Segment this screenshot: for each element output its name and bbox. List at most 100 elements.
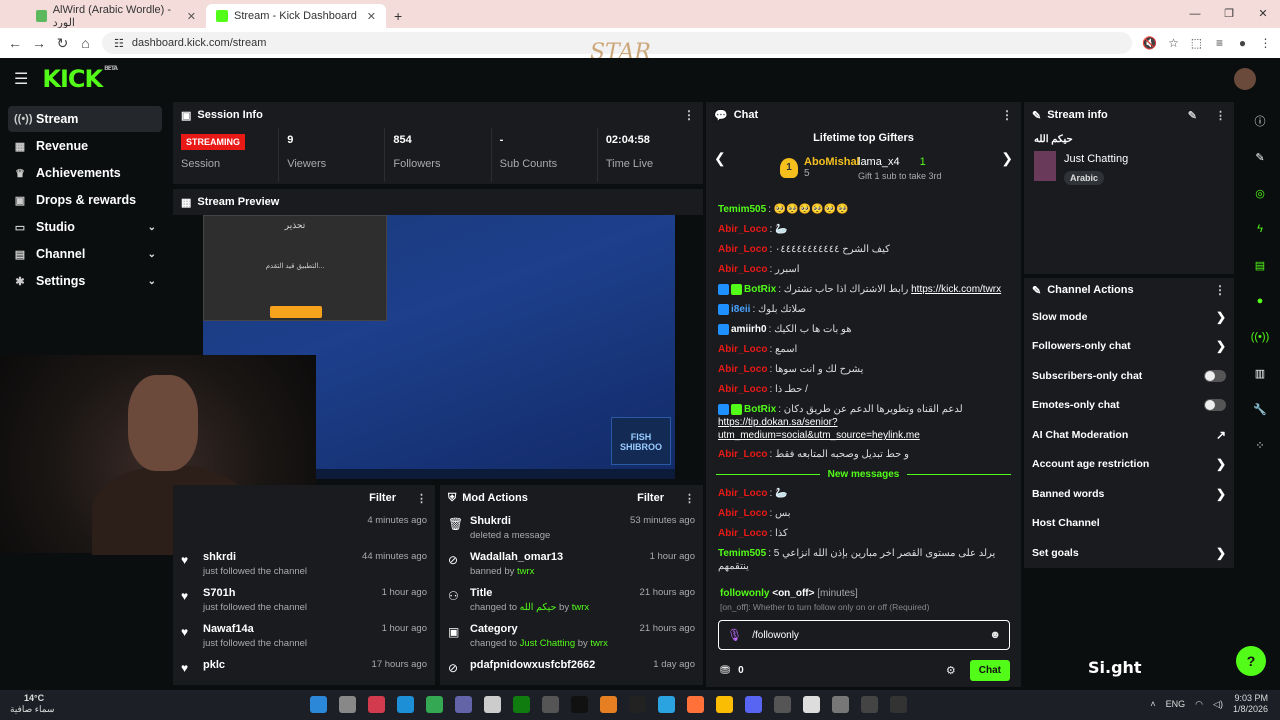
- tradingview-icon[interactable]: [629, 696, 646, 713]
- feed-user[interactable]: Nawaf14a: [203, 623, 307, 635]
- pen-icon[interactable]: ✎: [1246, 144, 1274, 170]
- browser-tab-kick[interactable]: Stream - Kick Dashboard ✕: [206, 4, 386, 28]
- chat-message[interactable]: Abir_Loco: حطـ ذا /: [706, 380, 1021, 400]
- close-window-icon[interactable]: ✕: [1246, 0, 1280, 28]
- feed-item[interactable]: 4 minutes ago: [173, 511, 435, 547]
- mod-action-subject[interactable]: Title: [470, 587, 589, 599]
- forward-icon[interactable]: →: [32, 35, 46, 51]
- wifi-icon[interactable]: ◠: [1195, 699, 1203, 710]
- channel-action-banned-words[interactable]: Banned words ❯: [1024, 479, 1234, 509]
- external-link-icon[interactable]: ↗: [1216, 428, 1226, 442]
- chat-username[interactable]: i8eii: [731, 304, 750, 315]
- chat-message[interactable]: Abir_Loco: اسبرر: [706, 260, 1021, 280]
- mod-action-by[interactable]: twrx: [572, 602, 589, 613]
- sidebar-item-revenue[interactable]: ▦ Revenue: [8, 133, 162, 159]
- sidebar-item-drops-rewards[interactable]: ▣ Drops & rewards: [8, 187, 162, 213]
- firefox-icon[interactable]: [687, 696, 704, 713]
- sidebar-item-channel[interactable]: ▤ Channel ⌄: [8, 241, 162, 267]
- chat-username[interactable]: Abir_Loco: [718, 488, 767, 499]
- browser-tab-alwird[interactable]: AlWird (Arabic Wordle) - الورد ✕: [26, 4, 206, 29]
- xbox-icon[interactable]: [513, 696, 530, 713]
- mod-action-item[interactable]: ⊘ Wadallah_omar13 banned by twrx 1 hour ago: [440, 547, 703, 583]
- menu-icon[interactable]: ⋮: [1259, 36, 1272, 50]
- feed-item[interactable]: ♥ Nawaf14a just followed the channel 1 hour…: [173, 619, 435, 655]
- feed-filter-button[interactable]: Filter: [369, 492, 396, 504]
- new-tab-icon[interactable]: +: [394, 8, 402, 24]
- mute-icon[interactable]: 🔇: [1142, 36, 1157, 50]
- edge-icon[interactable]: [397, 696, 414, 713]
- home-icon[interactable]: ⌂: [79, 35, 92, 51]
- obs-icon[interactable]: [542, 696, 559, 713]
- back-icon[interactable]: ←: [8, 35, 22, 51]
- chat-username[interactable]: Temim505: [718, 204, 766, 215]
- app-icon[interactable]: [774, 696, 791, 713]
- chevron-right-icon[interactable]: ❯: [1216, 487, 1226, 501]
- mod-action-subject[interactable]: Wadallah_omar13: [470, 551, 563, 563]
- site-info-icon[interactable]: ☷: [114, 37, 124, 50]
- mod-action-item[interactable]: 🗑 Shukrdi deleted a message 53 minutes ago: [440, 511, 703, 547]
- feed-user[interactable]: shkrdi: [203, 551, 307, 563]
- clock[interactable]: 9:03 PM 1/8/2026: [1233, 693, 1268, 715]
- close-tab-icon[interactable]: ✕: [187, 10, 196, 23]
- chrome-icon[interactable]: [716, 696, 733, 713]
- chevron-down-icon[interactable]: ⌄: [148, 222, 156, 233]
- microphone-icon[interactable]: 🎙: [727, 628, 742, 642]
- chevron-right-icon[interactable]: ❯: [1216, 339, 1226, 353]
- more-options-icon[interactable]: ⋮: [684, 492, 695, 505]
- chat-username[interactable]: Abir_Loco: [718, 224, 767, 235]
- channel-action-host-channel[interactable]: Host Channel: [1024, 509, 1234, 539]
- language-indicator[interactable]: ENG: [1166, 699, 1186, 709]
- chevron-down-icon[interactable]: ⌄: [148, 249, 156, 260]
- chat-settings-icon[interactable]: ⚙: [946, 664, 956, 677]
- more-options-icon[interactable]: ⋮: [416, 492, 427, 505]
- broadcast-icon[interactable]: ((•)): [1246, 324, 1274, 350]
- chat-username[interactable]: Abir_Loco: [718, 528, 767, 539]
- app-icon[interactable]: [832, 696, 849, 713]
- taskview-icon[interactable]: [339, 696, 356, 713]
- app-icon[interactable]: [368, 696, 385, 713]
- feed-item[interactable]: ♥ pklc 17 hours ago: [173, 655, 435, 691]
- weather-widget[interactable]: 14°C سماء صافية: [10, 693, 54, 715]
- bookmark-star-icon[interactable]: ☆: [1167, 36, 1180, 50]
- telegram-icon[interactable]: [658, 696, 675, 713]
- send-chat-button[interactable]: Chat: [969, 659, 1010, 681]
- tiktok-icon[interactable]: [571, 696, 588, 713]
- store-icon[interactable]: [484, 696, 501, 713]
- emoji-icon[interactable]: ☻: [989, 629, 1001, 641]
- gifter-second[interactable]: lama_x4 1 Gift 1 sub to take 3rd: [858, 156, 942, 181]
- playlist-icon[interactable]: ≡: [1213, 36, 1226, 50]
- edit-icon[interactable]: ✎: [1188, 109, 1197, 122]
- avatar[interactable]: [1234, 68, 1256, 90]
- chat-message[interactable]: BotRix: رابط الاشتراك اذا حاب تشترك http…: [706, 280, 1021, 300]
- chat-messages[interactable]: Temim505: 🥺🥺🥺🥺🥺🥺 Abir_Loco: 🦢 Abir_Loco: ك…: [706, 200, 1021, 580]
- new-messages-divider[interactable]: New messages: [706, 465, 1021, 484]
- chevron-right-icon[interactable]: ❯: [1216, 310, 1226, 324]
- mod-action-by[interactable]: twrx: [517, 566, 534, 577]
- chat-username[interactable]: BotRix: [744, 404, 776, 415]
- minimize-icon[interactable]: —: [1178, 0, 1212, 28]
- chat-message[interactable]: Abir_Loco: كيف الشرح ٠٤٤٤٤٤٤٤٤٤٤٤: [706, 240, 1021, 260]
- document-icon[interactable]: ▤: [1246, 252, 1274, 278]
- mod-action-item[interactable]: ▣ Category changed to Just Chatting by twr…: [440, 619, 703, 655]
- mod-action-subject[interactable]: Category: [470, 623, 608, 635]
- terminal-icon[interactable]: [890, 696, 907, 713]
- chat-username[interactable]: Temim505: [718, 548, 766, 559]
- toggle-switch[interactable]: [1204, 369, 1226, 382]
- chevron-right-icon[interactable]: ❯: [1216, 457, 1226, 471]
- kick-logo[interactable]: KICK BETA: [42, 65, 118, 93]
- chat-username[interactable]: Abir_Loco: [718, 508, 767, 519]
- channel-action-subscribers-only-chat[interactable]: Subscribers-only chat: [1024, 361, 1234, 391]
- chat-username[interactable]: Abir_Loco: [718, 364, 767, 375]
- chat-username[interactable]: Abir_Loco: [718, 449, 767, 460]
- chat-message[interactable]: Temim505: 5 يرلد على مستوى القصر اخر مبا…: [706, 544, 1021, 576]
- tray-arrow-icon[interactable]: ˄: [1150, 699, 1155, 709]
- chat-input-box[interactable]: 🎙 ☻: [718, 620, 1010, 650]
- sidebar-item-settings[interactable]: ✱ Settings ⌄: [8, 268, 162, 294]
- volume-icon[interactable]: ◁): [1213, 699, 1223, 710]
- info-icon[interactable]: ⓘ: [1246, 108, 1274, 134]
- chat-username[interactable]: Abir_Loco: [718, 244, 767, 255]
- chat-username[interactable]: Abir_Loco: [718, 344, 767, 355]
- layout-icon[interactable]: ▥: [1246, 360, 1274, 386]
- mod-action-by[interactable]: twrx: [590, 638, 607, 649]
- chat-message[interactable]: i8eii: صلاتك بلوك: [706, 300, 1021, 320]
